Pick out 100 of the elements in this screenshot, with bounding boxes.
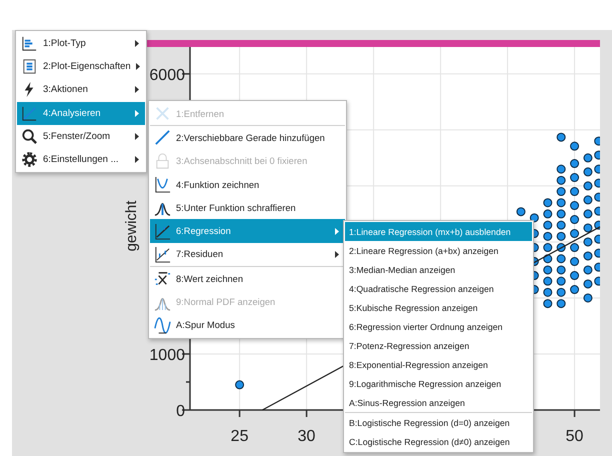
data-point [556,243,566,252]
menu-item[interactable]: 6:Regression vierter Ordnung anzeigen [345,317,532,336]
data-point [594,178,600,188]
data-point [556,288,566,297]
menu-item[interactable]: B:Logistische Regression (d=0) anzeigen [345,412,532,432]
data-point [594,262,600,272]
data-point [570,215,580,224]
data-point [543,220,552,230]
caret-icon [136,63,140,70]
menu-item[interactable]: 3:Median-Median anzeigen [345,260,532,279]
data-point [570,243,580,252]
data-point [543,265,552,274]
data-point [583,279,592,288]
tick-label: 0 [176,403,185,420]
residuals-icon [154,246,171,263]
data-point [543,232,552,241]
caret-icon [135,110,139,117]
wave-icon [154,316,171,334]
menu-item[interactable]: 8:Exponential-Regression anzeigen [345,355,532,374]
menu-item[interactable]: 1:Plot-Typ [17,32,145,56]
data-point [570,201,580,210]
menu-item[interactable]: 9:Logarithmische Regression anzeigen [345,374,532,393]
data-point [570,173,580,182]
tick-label: 1000 [149,346,185,364]
data-point [594,150,600,160]
data-point [583,293,592,302]
data-point [583,167,592,176]
data-point [594,248,600,258]
menu-item[interactable]: 2:Verschiebbare Gerade hinzufügen [150,125,345,150]
data-point [594,276,600,286]
document-icon [21,58,38,76]
data-point [583,237,592,246]
data-point [594,192,600,202]
data-point [556,176,566,185]
caret-icon [135,132,139,140]
caret-icon [135,40,139,48]
settings-icon [21,151,38,168]
menu-item[interactable]: 5:Fenster/Zoom [17,124,145,148]
data-point [594,206,600,216]
data-point [594,234,600,244]
menu-item[interactable]: 4:Quadratische Regression anzeigen [345,279,532,298]
data-point [570,187,580,196]
menu-item[interactable]: 6:Einstellungen ... [17,148,145,172]
lock-icon [154,152,171,170]
menu-item[interactable]: C:Logistische Regression (d≠0) anzeigen [345,432,532,451]
menu-item[interactable]: 5:Kubische Regression anzeigen [345,298,532,317]
menu-item[interactable]: 2:Plot-Eigenschaften [17,55,145,78]
data-point [583,209,592,218]
data-point [556,164,566,174]
menu-item[interactable]: 7:Potenz-Regression anzeigen [345,336,532,355]
data-point [556,265,566,274]
data-point [543,299,552,308]
menu-item[interactable]: 7:Residuen [150,242,345,266]
tick-label: 6000 [149,66,185,84]
close-icon [154,105,171,122]
menu-item[interactable]: 2:Lineare Regression (a+bx) anzeigen [345,241,532,260]
axis-title: gewicht [123,200,140,252]
data-point [235,380,244,390]
caret-icon [335,250,339,258]
menu-item[interactable]: 4:Funktion zeichnen [150,172,345,196]
data-point [556,254,566,264]
tick-label: 25 [230,428,248,445]
data-point [556,299,566,308]
caret-icon [135,156,139,164]
line-chart-icon [154,222,171,240]
data-point [543,288,552,297]
parabola-icon [154,176,171,194]
data-point [583,223,592,232]
caret-icon [135,86,139,94]
data-point [556,276,566,286]
line-icon [154,129,171,146]
data-point [570,271,580,280]
data-point [516,207,526,216]
data-point [556,198,566,208]
data-point [543,209,552,218]
menu-item[interactable]: A:Spur Modus [150,314,345,337]
menu-item[interactable]: A:Sinus-Regression anzeigen [345,393,532,412]
caret-icon [335,228,339,235]
data-point [556,220,566,230]
data-point [583,251,592,260]
data-point [570,229,580,238]
data-point [583,265,592,274]
data-point [570,159,580,168]
x-bar-icon [154,270,171,288]
data-point [556,209,566,218]
search-icon [21,128,38,145]
data-point [583,195,592,204]
line-chart-icon [21,104,38,122]
data-point [556,132,566,142]
data-point [543,243,552,252]
data-point [543,254,552,264]
data-point [543,276,552,286]
plot-type-icon [21,35,38,52]
data-point [583,181,592,190]
tick-label: 50 [566,428,584,445]
menu-item[interactable]: 5:Unter Funktion schraffieren [150,196,345,220]
data-point [594,220,600,230]
data-point [570,142,580,151]
menu-item[interactable]: 3:Aktionen [17,78,145,102]
data-point [556,232,566,241]
